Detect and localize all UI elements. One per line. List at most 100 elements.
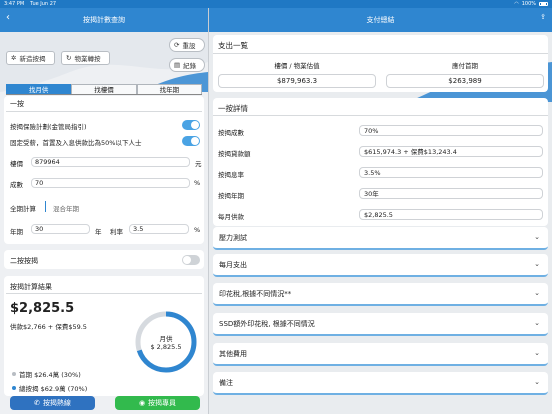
status-time: 3:47 PM (4, 1, 25, 7)
second-mortgage-toggle[interactable] (182, 255, 200, 265)
insurance-label: 按揭保險計劃(金管局指引) (10, 123, 87, 131)
monthly-payment: $2,825.5 (10, 301, 75, 316)
detail-value-ratio: 70% (359, 125, 543, 136)
price-estimate-label: 樓價 / 物業估值 (274, 62, 320, 70)
years-input[interactable]: 30 (31, 224, 90, 234)
price-unit: 元 (195, 160, 202, 168)
years-label: 年期 (10, 228, 23, 236)
agent-button[interactable]: ◉ 按揭專員 (115, 396, 200, 410)
fixed-income-toggle[interactable] (182, 136, 200, 146)
chevron-down-icon: ⌄ (534, 233, 540, 241)
ratio-unit: % (194, 179, 201, 187)
price-estimate-value: $879,963.3 (218, 74, 376, 88)
back-icon[interactable]: ‹ (6, 12, 10, 23)
total-loan-text: 總按揭 $62.9萬 (70%) (19, 385, 88, 393)
legend-down-payment: 首期 $26.4萬 (30%) (12, 369, 81, 379)
rate-input[interactable]: 3.5 (129, 224, 189, 234)
share-icon[interactable]: ⇪ (540, 13, 546, 21)
agent-label: 按揭專員 (148, 399, 177, 407)
divider (213, 53, 548, 54)
left-pane: ‹ 按揭計數查詢 ✲ 新造按揭 ↻ 物業轉按 ⟳ 重設 ▤ 紀錄 找月供 找樓價… (0, 0, 208, 414)
calc-mixed-option[interactable]: 混合年期 (53, 203, 79, 213)
chevron-down-icon: ⌄ (534, 319, 540, 327)
accordion-label: 備注 (219, 378, 233, 387)
calc-full-option[interactable]: 全期計算 (10, 203, 36, 213)
payment-breakdown: 供款$2,766 + 保費$59.5 (10, 323, 87, 331)
insurance-toggle[interactable] (182, 120, 200, 130)
chevron-down-icon: ⌄ (534, 378, 540, 386)
years-unit: 年 (95, 228, 102, 236)
right-navbar: 支付總結 ⇪ (209, 8, 552, 32)
chevron-down-icon: ⌄ (534, 349, 540, 357)
accordion-remarks[interactable]: 備注 ⌄ (213, 372, 548, 395)
record-label: 紀錄 (183, 62, 197, 70)
new-mortgage-label: 新造按揭 (19, 55, 46, 63)
divider (6, 293, 202, 294)
accordion-stamp-duty[interactable]: 印花稅,根據不同情況** ⌄ (213, 283, 548, 306)
tab-years[interactable]: 找年期 (136, 84, 202, 94)
accordion-label: 壓力測試 (219, 233, 247, 242)
transfer-button[interactable]: ↻ 物業轉按 (61, 51, 110, 65)
new-mortgage-button[interactable]: ✲ 新造按揭 (6, 51, 55, 65)
accordion-ssd[interactable]: SSD額外印花稅, 根據不同情況 ⌄ (213, 313, 548, 336)
accordion-monthly-expense[interactable]: 每月支出 ⌄ (213, 254, 548, 277)
chevron-down-icon: ⌄ (534, 260, 540, 268)
detail-value-loan: $615,974.3 + 保費$13,243.4 (359, 146, 543, 157)
details-title: 一按詳情 (218, 104, 248, 113)
document-icon: ▤ (174, 61, 181, 69)
accordion-label: 每月支出 (219, 260, 247, 269)
right-pane: 支付總結 ⇪ 支出一覧 樓價 / 物業估值 應付首期 $879,963.3 $2… (209, 0, 552, 414)
price-input[interactable]: 879964 (31, 157, 190, 167)
reset-label: 重設 (182, 42, 196, 50)
detail-label-ratio: 按揭成數 (218, 129, 244, 137)
whatsapp-icon: ◉ (138, 399, 146, 407)
wifi-icon: ◠ (514, 1, 519, 7)
accordion-label: SSD額外印花稅, 根據不同情況 (219, 319, 315, 328)
legend-total-loan: 總按揭 $62.9萬 (70%) (12, 383, 87, 393)
donut-value: $ 2,825.5 (150, 343, 182, 351)
battery-icon (539, 2, 548, 6)
search-tabs: 找月供 找樓價 找年期 (6, 84, 202, 95)
detail-label-loan: 按揭貸款額 (218, 150, 251, 158)
left-title: 按揭計數查詢 (83, 16, 125, 24)
record-button[interactable]: ▤ 紀錄 (169, 58, 205, 72)
detail-value-rate: 3.5% (359, 167, 543, 178)
ratio-input[interactable]: 70 (31, 178, 190, 188)
details-card (213, 98, 548, 226)
accordion-stress-test[interactable]: 壓力測試 ⌄ (213, 227, 548, 250)
divider (6, 111, 202, 112)
down-payment-text: 首期 $26.4萬 (30%) (19, 371, 81, 379)
detail-value-years: 30年 (359, 188, 543, 199)
battery-percent: 100% (521, 1, 536, 7)
rate-unit: % (194, 226, 201, 234)
tab-price[interactable]: 找樓價 (71, 84, 137, 94)
first-mortgage-title: 一按 (10, 100, 24, 108)
hotline-label: 按揭熱線 (42, 399, 71, 407)
detail-label-years: 按揭年期 (218, 192, 244, 200)
legend-dot-blue (12, 386, 16, 390)
status-bar: 3:47 PM Tue Jun 27 ◠ 100% (0, 0, 552, 8)
hotline-button[interactable]: ✆ 按揭熱線 (10, 396, 95, 410)
status-date: Tue Jun 27 (30, 1, 57, 7)
fixed-income-label: 固定受薪，首置及入息供款比為50%以下人士 (10, 139, 142, 147)
accordion-other-fees[interactable]: 其他費用 ⌄ (213, 343, 548, 366)
tab-monthly[interactable]: 找月供 (6, 84, 72, 94)
donut-label: 月供 (159, 335, 173, 343)
first-mortgage-card (4, 96, 204, 244)
divider (213, 115, 548, 116)
second-mortgage-title: 二按按揭 (10, 257, 38, 265)
detail-value-monthly: $2,825.5 (359, 209, 543, 220)
detail-label-rate: 按揭息率 (218, 171, 244, 179)
transfer-label: 物業轉按 (74, 55, 101, 63)
ratio-label: 成數 (10, 181, 23, 189)
price-label: 樓價 (10, 160, 23, 168)
down-payment-value: $263,989 (386, 74, 544, 88)
refresh-icon: ↻ (66, 54, 72, 62)
reset-icon: ⟳ (174, 41, 180, 49)
detail-label-monthly: 每月供款 (218, 213, 244, 221)
right-title: 支付總結 (366, 16, 395, 24)
reset-button[interactable]: ⟳ 重設 (169, 38, 205, 52)
left-navbar: ‹ 按揭計數查詢 (0, 8, 208, 32)
tag-icon: ✲ (11, 54, 17, 62)
chevron-down-icon: ⌄ (534, 289, 540, 297)
